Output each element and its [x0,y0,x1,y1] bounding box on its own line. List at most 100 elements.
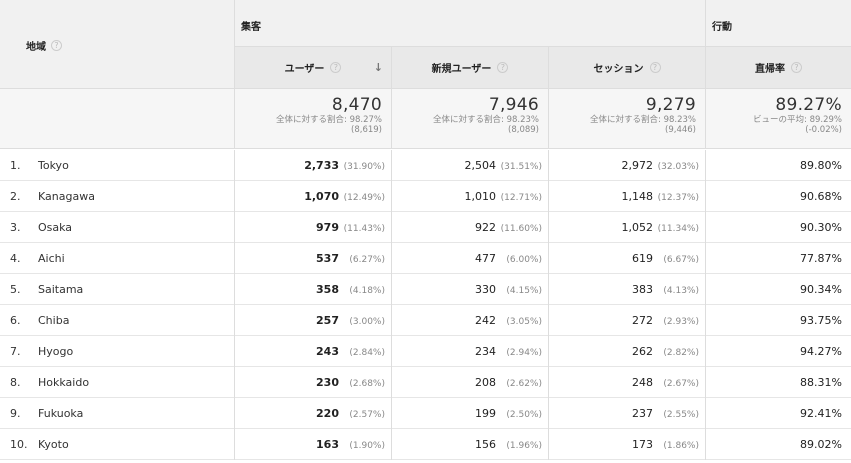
region-link[interactable]: Kanagawa [38,181,95,212]
table-row: 10. Kyoto 163 (1.90%) 156 (1.96%) 173 (1.86%) 89… [0,429,851,460]
new-users-value: 2,504 [464,159,497,172]
row-number: 4. [10,252,21,265]
new-users-total: 7,946 全体に対する割合: 98.23% (8,089) [392,89,549,149]
new-users-cell: 234 (2.94%) [392,336,549,367]
analytics-region-table: 地域 ? 集客 行動 ユーザー ? ↓ 新規ユーザー ? セッション ? 直帰率… [0,0,851,463]
users-cell: 979 (11.43%) [235,212,392,243]
table-row: 7. Hyogo 243 (2.84%) 234 (2.94%) 262 (2.82%) 94.… [0,336,851,367]
sessions-percent: (6.67%) [663,255,699,265]
sessions-value: 2,972 [621,159,654,172]
bounce-rate-cell: 77.87% [706,243,851,274]
new-users-value: 199 [475,407,496,420]
row-number: 3. [10,221,21,234]
sessions-percent: (2.55%) [663,410,699,420]
region-cell: 5. Saitama [0,274,235,305]
new-users-column-header[interactable]: 新規ユーザー ? [392,47,549,89]
new-users-cell: 477 (6.00%) [392,243,549,274]
users-value: 358 [316,283,339,296]
new-users-cell: 208 (2.62%) [392,367,549,398]
sessions-percent: (2.82%) [663,348,699,358]
row-number: 6. [10,314,21,327]
region-cell: 1. Tokyo [0,150,235,181]
users-percent: (2.57%) [349,410,385,420]
sessions-value: 262 [632,345,653,358]
bounce-rate-column-header[interactable]: 直帰率 ? [706,47,851,89]
region-link[interactable]: Hokkaido [38,367,89,398]
users-percent: (6.27%) [349,255,385,265]
help-icon[interactable]: ? [649,62,661,73]
region-link[interactable]: Chiba [38,305,69,336]
region-link[interactable]: Saitama [38,274,83,305]
sessions-cell: 248 (2.67%) [549,367,706,398]
sessions-cell: 1,052 (11.34%) [549,212,706,243]
help-icon[interactable]: ? [330,62,342,73]
region-cell: 7. Hyogo [0,336,235,367]
bounce-rate-cell: 90.30% [706,212,851,243]
users-total-value: 8,470 [331,95,382,115]
region-link[interactable]: Fukuoka [38,398,83,429]
bounce-rate-value: 90.34% [800,283,842,296]
new-users-value: 234 [475,345,496,358]
sessions-cell: 1,148 (12.37%) [549,181,706,212]
bounce-rate-cell: 89.02% [706,429,851,460]
bounce-rate-cell: 92.41% [706,398,851,429]
users-percent: (3.00%) [349,317,385,327]
sessions-cell: 2,972 (32.03%) [549,150,706,181]
sessions-cell: 383 (4.13%) [549,274,706,305]
region-link[interactable]: Tokyo [38,150,69,181]
sessions-percent: (32.03%) [657,162,699,172]
region-label: 地域 [26,42,46,53]
bounce-rate-value: 92.41% [800,407,842,420]
region-link[interactable]: Kyoto [38,429,69,460]
new-users-value: 922 [475,221,496,234]
sort-desc-icon[interactable]: ↓ [374,61,383,74]
new-users-cell: 922 (11.60%) [392,212,549,243]
bounce-rate-cell: 88.31% [706,367,851,398]
region-column-header[interactable]: 地域 ? [0,0,235,89]
new-users-total-value: 7,946 [488,95,539,115]
help-icon[interactable]: ? [791,62,802,73]
bounce-rate-cell: 93.75% [706,305,851,336]
new-users-cell: 2,504 (31.51%) [392,150,549,181]
table-row: 3. Osaka 979 (11.43%) 922 (11.60%) 1,052 (11.34… [0,212,851,243]
sessions-header-label: セッション [593,64,644,75]
bounce-rate-value: 77.87% [800,252,842,265]
table-row: 4. Aichi 537 (6.27%) 477 (6.00%) 619 (6.67%) 77.… [0,243,851,274]
region-link[interactable]: Hyogo [38,336,73,367]
acquisition-label: 集客 [241,22,261,33]
users-value: 979 [316,221,339,234]
row-number: 7. [10,345,21,358]
help-icon[interactable]: ? [51,40,62,51]
region-link[interactable]: Osaka [38,212,72,243]
bounce-rate-total: 89.27% ビューの平均: 89.29% (-0.02%) [706,89,851,149]
sessions-value: 248 [632,376,653,389]
bounce-rate-total-value: 89.27% [775,95,842,115]
bounce-rate-value: 90.68% [800,190,842,203]
users-percent: (1.90%) [349,441,385,451]
sessions-cell: 262 (2.82%) [549,336,706,367]
bounce-rate-value: 89.02% [800,438,842,451]
sessions-total-share: 全体に対する割合: 98.23% [590,115,696,125]
users-column-header[interactable]: ユーザー ? ↓ [235,47,392,89]
region-cell: 2. Kanagawa [0,181,235,212]
help-icon[interactable]: ? [497,62,509,73]
sessions-total-value: 9,279 [645,95,696,115]
sessions-value: 383 [632,283,653,296]
new-users-cell: 242 (3.05%) [392,305,549,336]
row-number: 8. [10,376,21,389]
region-cell: 10. Kyoto [0,429,235,460]
users-value: 1,070 [304,190,339,203]
new-users-percent: (31.51%) [500,162,542,172]
sessions-column-header[interactable]: セッション ? [549,47,706,89]
new-users-percent: (11.60%) [500,224,542,234]
users-header-label: ユーザー [284,64,325,75]
acquisition-group-header: 集客 [235,0,706,47]
region-cell: 6. Chiba [0,305,235,336]
new-users-percent: (12.71%) [500,193,542,203]
sessions-cell: 173 (1.86%) [549,429,706,460]
sessions-cell: 237 (2.55%) [549,398,706,429]
new-users-percent: (3.05%) [506,317,542,327]
region-link[interactable]: Aichi [38,243,65,274]
bounce-rate-value: 88.31% [800,376,842,389]
bounce-rate-value: 90.30% [800,221,842,234]
